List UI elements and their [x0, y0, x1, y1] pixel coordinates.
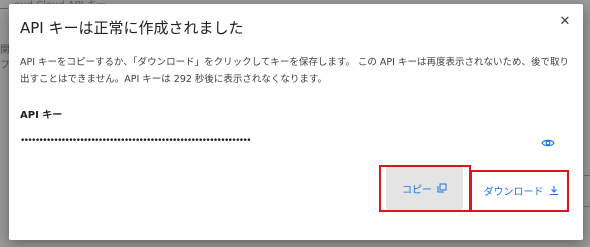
api-key-created-dialog: API キーは正常に作成されました ✕ API キーをコピーするか、「ダウンロー…: [9, 4, 583, 240]
background-divider: [584, 175, 590, 176]
dialog-description: API キーをコピーするか、「ダウンロード」をクリックしてキーを保存します。 こ…: [20, 57, 569, 85]
eye-icon[interactable]: [541, 138, 555, 148]
copy-button-highlight: [379, 165, 471, 212]
dialog-title: API キーは正常に作成されました: [20, 19, 244, 37]
download-button-highlight: [470, 170, 569, 212]
background-divider: [584, 206, 590, 207]
background-divider: [0, 8, 8, 9]
api-key-masked-value: ••••••••••••••••••••••••••••••••••••••••…: [20, 136, 252, 146]
api-key-label: API キー: [20, 110, 63, 121]
close-icon[interactable]: ✕: [558, 14, 572, 30]
